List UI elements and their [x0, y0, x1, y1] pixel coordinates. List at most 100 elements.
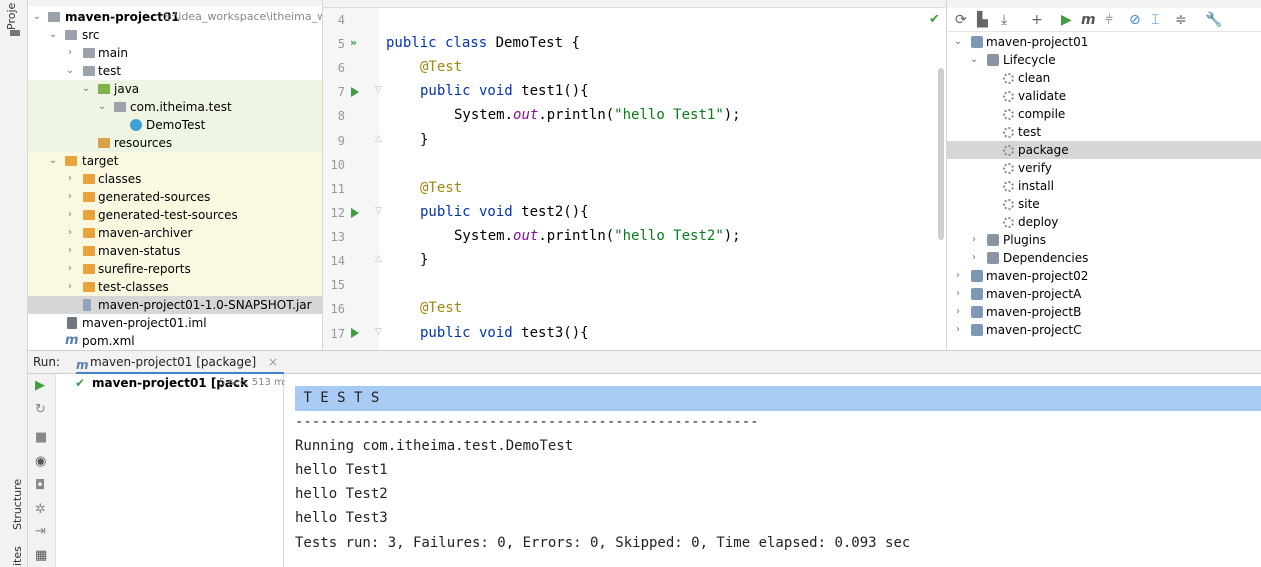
lifecycle-validate[interactable]: validate	[947, 87, 1261, 105]
chevron-down-icon[interactable]: ⌄	[97, 98, 107, 116]
rerun-failed-icon[interactable]: ↻	[35, 402, 46, 417]
toggle-offline-icon[interactable]: ⫩	[1105, 12, 1113, 28]
exit-icon[interactable]: ⇥	[35, 524, 46, 539]
tree-item-target[interactable]: ⌄ target	[28, 152, 322, 170]
chevron-right-icon[interactable]: ›	[65, 188, 75, 206]
run-test-icon[interactable]	[351, 328, 359, 338]
eye-icon[interactable]: ◉	[35, 454, 46, 469]
fold-icon[interactable]: △	[375, 254, 382, 264]
run-test-icon[interactable]	[351, 208, 359, 218]
tree-item-com-itheima-test[interactable]: ⌄ com.itheima.test	[28, 98, 322, 116]
chevron-right-icon[interactable]: ›	[953, 267, 963, 285]
tree-item-java[interactable]: ⌄ java	[28, 80, 322, 98]
camera-icon[interactable]: ◘	[35, 478, 45, 493]
chevron-right-icon[interactable]: ›	[953, 303, 963, 321]
run-console[interactable]: ----------------------------------------…	[285, 374, 1261, 567]
tree-item-maven-status[interactable]: › maven-status	[28, 242, 322, 260]
tree-item-resources[interactable]: resources	[28, 134, 322, 152]
tree-item-demotest[interactable]: DemoTest	[28, 116, 322, 134]
tree-item-surefire-reports[interactable]: › surefire-reports	[28, 260, 322, 278]
chevron-right-icon[interactable]: ›	[969, 231, 979, 249]
run-tab-maven-project01-package[interactable]: m maven-project01 [package] ×	[76, 351, 284, 375]
project-tool-tab[interactable]: Proje	[5, 3, 18, 30]
editor-gutter	[323, 0, 379, 350]
chevron-down-icon[interactable]: ⌄	[81, 80, 91, 98]
tree-item-test-classes[interactable]: › test-classes	[28, 278, 322, 296]
tree-item-classes[interactable]: › classes	[28, 170, 322, 188]
maven-project-maven-project01[interactable]: ⌄ maven-project01	[947, 33, 1261, 51]
lifecycle-test[interactable]: test	[947, 123, 1261, 141]
fold-icon[interactable]: ▽	[375, 327, 382, 337]
lifecycle-clean[interactable]: clean	[947, 69, 1261, 87]
tree-item-maven-project01[interactable]: ⌄ maven-project01 E:\idea_workspace\ithe…	[28, 8, 322, 26]
tree-item-iml[interactable]: maven-project01.iml	[28, 314, 322, 332]
run-test-icon[interactable]	[351, 87, 359, 97]
chevron-right-icon[interactable]: ›	[969, 249, 979, 267]
chevron-down-icon[interactable]: ⌄	[48, 26, 58, 44]
editor-scrollbar[interactable]	[938, 68, 944, 240]
chevron-down-icon[interactable]: ⌄	[65, 62, 75, 80]
tree-item-pom[interactable]: m pom.xml	[28, 332, 322, 350]
tree-item-generated-test-sources[interactable]: › generated-test-sources	[28, 206, 322, 224]
settings-icon[interactable]: 🔧	[1205, 12, 1222, 28]
chevron-right-icon[interactable]: ›	[65, 206, 75, 224]
chevron-right-icon[interactable]: ›	[65, 278, 75, 296]
tree-item-test[interactable]: ⌄ test	[28, 62, 322, 80]
reload-icon[interactable]: ⟳	[955, 12, 967, 28]
maven-project-maven-projectA[interactable]: › maven-projectA	[947, 285, 1261, 303]
maven-project-maven-project02[interactable]: › maven-project02	[947, 267, 1261, 285]
layout-icon[interactable]: ▦	[35, 548, 47, 563]
chevron-right-icon[interactable]: ›	[953, 285, 963, 303]
tree-label: resources	[114, 136, 173, 150]
maven-lifecycle-node[interactable]: ⌄ Lifecycle	[947, 51, 1261, 69]
collapse-all-icon[interactable]: ≑	[1175, 12, 1187, 28]
chevron-right-icon[interactable]: ›	[65, 260, 75, 278]
chevron-right-icon[interactable]: ›	[65, 224, 75, 242]
lifecycle-package[interactable]: package	[947, 141, 1261, 159]
tree-item-src[interactable]: ⌄ src	[28, 26, 322, 44]
code-line-16: @Test	[420, 300, 463, 316]
plus-icon[interactable]: +	[1031, 12, 1043, 28]
tree-item-jar[interactable]: maven-project01-1.0-SNAPSHOT.jar	[28, 296, 322, 314]
chevron-down-icon[interactable]: ⌄	[32, 8, 42, 26]
show-dependencies-icon[interactable]: ⌶	[1151, 12, 1159, 28]
maven-dependencies-node[interactable]: › Dependencies	[947, 249, 1261, 267]
chevron-right-icon[interactable]: ›	[65, 170, 75, 188]
chevron-right-icon[interactable]: ›	[953, 321, 963, 339]
chevron-down-icon[interactable]: ⌄	[48, 152, 58, 170]
lifecycle-goal-label: package	[1018, 143, 1069, 157]
code-editor[interactable]: ✔ 4 5 » public class DemoTest { 6 @Test …	[323, 0, 947, 350]
chevron-down-icon[interactable]: ⌄	[969, 51, 979, 69]
tree-item-maven-archiver[interactable]: › maven-archiver	[28, 224, 322, 242]
maven-project-maven-projectB[interactable]: › maven-projectB	[947, 303, 1261, 321]
rerun-icon[interactable]: ▶	[35, 378, 45, 393]
lifecycle-verify[interactable]: verify	[947, 159, 1261, 177]
gear-icon	[1003, 163, 1014, 174]
maven-project-maven-projectC[interactable]: › maven-projectC	[947, 321, 1261, 339]
close-icon[interactable]: ×	[268, 351, 278, 373]
chevron-down-icon[interactable]: ⌄	[953, 33, 963, 51]
chevron-right-icon[interactable]: ›	[65, 242, 75, 260]
skip-tests-icon[interactable]: ⊘	[1129, 12, 1141, 28]
add-maven-project-icon[interactable]: ▙	[977, 12, 988, 28]
lifecycle-install[interactable]: install	[947, 177, 1261, 195]
run-tree-item[interactable]: ✔ maven-project01 [pack 5 sec, 513 ms	[57, 374, 289, 392]
debug-icon[interactable]: ✲	[35, 502, 46, 517]
structure-tool-tab[interactable]: Structure	[11, 479, 24, 530]
maven-plugins-node[interactable]: › Plugins	[947, 231, 1261, 249]
fold-icon[interactable]: △	[375, 134, 382, 144]
download-icon[interactable]: ⤓	[1001, 12, 1007, 28]
chevron-right-icon[interactable]: ›	[65, 44, 75, 62]
run-class-icon[interactable]: »	[350, 36, 357, 49]
tree-item-generated-sources[interactable]: › generated-sources	[28, 188, 322, 206]
lifecycle-deploy[interactable]: deploy	[947, 213, 1261, 231]
lifecycle-site[interactable]: site	[947, 195, 1261, 213]
run-icon[interactable]: ▶	[1061, 12, 1072, 28]
fold-icon[interactable]: ▽	[375, 206, 382, 216]
lifecycle-compile[interactable]: compile	[947, 105, 1261, 123]
stop-icon[interactable]: ■	[35, 430, 47, 445]
fold-icon[interactable]: ▽	[375, 85, 382, 95]
tree-item-main[interactable]: › main	[28, 44, 322, 62]
maven-goal-icon[interactable]: m	[1081, 12, 1096, 28]
favorites-tool-tab[interactable]: ites	[11, 546, 24, 566]
